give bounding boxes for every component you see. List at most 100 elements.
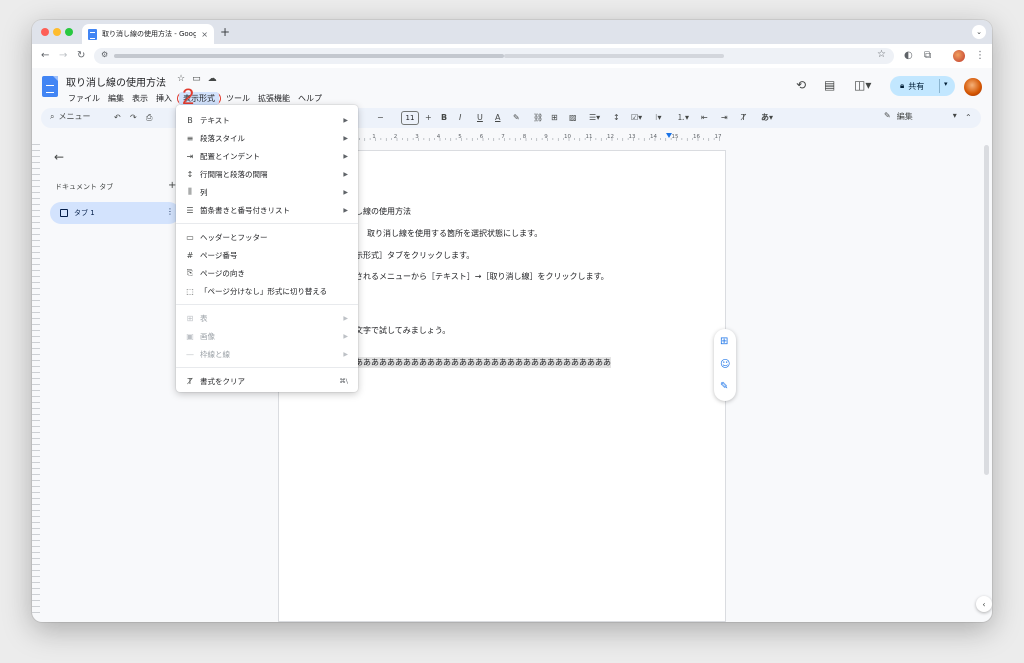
profile-avatar[interactable] [964, 78, 982, 96]
menu-item[interactable]: ⊞ 表 ▶ [176, 309, 358, 327]
menu-edit[interactable]: 編集 [104, 91, 128, 106]
font-size-input[interactable]: 11 [401, 111, 419, 125]
text-color-icon[interactable]: A [495, 111, 500, 125]
chrome-menu-icon[interactable]: ⋮ [975, 49, 985, 63]
menu-item[interactable]: ⬚ 「ページ分けなし」形式に切り替える [176, 282, 358, 300]
history-icon[interactable]: ⟲ [796, 78, 806, 92]
bullet-list-icon[interactable]: ⁝▾ [655, 111, 662, 125]
menu-item-label: ヘッダーとフッター [200, 232, 268, 242]
comments-icon[interactable]: ▤ [824, 78, 835, 92]
link-icon[interactable]: ⛓ [533, 111, 543, 125]
bold-icon[interactable]: B [441, 111, 447, 125]
doc-line[interactable]: 示形式］タブをクリックします。 [355, 250, 474, 261]
menu-extensions[interactable]: 拡張機能 [254, 91, 294, 106]
indent-decrease-icon[interactable]: ⇤ [701, 111, 708, 125]
emoji-reaction-icon[interactable]: ☺ [720, 359, 730, 370]
checklist-icon[interactable]: ☑▾ [631, 111, 642, 125]
menu-search[interactable]: ⌕ メニュー [50, 111, 90, 122]
input-tools-icon[interactable]: あ▾ [761, 111, 773, 125]
font-size-decrease-icon[interactable]: − [377, 111, 384, 125]
folder-icon[interactable]: ▭ [192, 74, 201, 84]
menu-tools[interactable]: ツール [222, 91, 254, 106]
selected-text-line[interactable]: ああああああああああああああああああああああああああああああああ [355, 357, 611, 368]
menu-item-label: ページ番号 [200, 250, 238, 260]
clear-format-icon[interactable]: Ⱦ [741, 111, 746, 125]
menu-item-label: 箇条書きと番号付きリスト [200, 205, 290, 215]
menu-item-icon: ⫼ [188, 187, 192, 196]
minimize-window-button[interactable] [53, 28, 61, 36]
collapse-toolbar-icon[interactable]: ⌃ [965, 111, 972, 125]
explore-toggle-button[interactable]: ‹ [976, 596, 992, 612]
font-size-increase-icon[interactable]: + [425, 111, 432, 125]
menu-item[interactable]: ▣ 画像 ▶ [176, 327, 358, 345]
back-icon[interactable]: ← [41, 49, 49, 63]
line-spacing-icon[interactable]: ↕ [613, 111, 620, 125]
redo-icon[interactable]: ↷ [130, 111, 137, 125]
menu-item[interactable]: B テキスト ▶ [176, 111, 358, 129]
reload-icon[interactable]: ↻ [77, 49, 85, 63]
cloud-icon[interactable]: ☁ [208, 74, 217, 84]
menu-item[interactable]: ⎘ ページの向き [176, 264, 358, 282]
add-comment-icon[interactable]: ⊞ [720, 336, 728, 347]
new-tab-button[interactable]: + [220, 26, 230, 38]
document-title[interactable]: 取り消し線の使用方法 [66, 74, 166, 89]
doc-line[interactable]: し線の使用方法 [355, 206, 411, 217]
align-icon[interactable]: ☰▾ [589, 111, 600, 125]
menu-item-label: 配置とインデント [200, 151, 260, 161]
highlight-icon[interactable]: ✎ [513, 111, 520, 125]
site-info-icon[interactable]: ⚙ [101, 50, 108, 59]
meet-icon[interactable]: ◫▾ [854, 78, 871, 92]
undo-icon[interactable]: ↶ [114, 111, 121, 125]
puzzle-icon[interactable]: ⧉ [924, 49, 931, 63]
menu-file[interactable]: ファイル [64, 91, 104, 106]
extension-icon[interactable]: ◐ [904, 49, 913, 63]
menu-insert[interactable]: 挿入 [152, 91, 176, 106]
tab-close-icon[interactable]: × [201, 30, 208, 39]
menu-item[interactable]: ↕ 行間隔と段落の間隔 ▶ [176, 165, 358, 183]
menu-item[interactable]: # ページ番号 [176, 246, 358, 264]
forward-icon[interactable]: → [59, 49, 67, 63]
chevron-down-icon[interactable]: ▾ [944, 80, 948, 88]
share-button[interactable]: 🔒︎ 共有 ▾ [890, 76, 955, 96]
editing-mode-selector[interactable]: ✎ 編集 ▾ [884, 111, 957, 122]
indent-increase-icon[interactable]: ⇥ [721, 111, 728, 125]
profile-avatar-small[interactable] [953, 50, 965, 62]
tab-search-button[interactable]: ⌄ [972, 25, 986, 39]
ruler-label: 17 [715, 134, 722, 140]
doc-line[interactable]: 取り消し線を使用する箇所を選択状態にします。 [367, 228, 542, 239]
star-icon[interactable]: ☆ [177, 74, 185, 84]
back-arrow-icon[interactable]: ← [54, 150, 64, 164]
menu-item[interactable]: — 枠線と線 ▶ [176, 345, 358, 363]
doc-line[interactable]: されるメニューから［テキスト］→［取り消し線］をクリックします。 [355, 271, 609, 282]
image-icon[interactable]: ▨ [569, 111, 577, 125]
menu-item[interactable]: ☰ 箇条書きと番号付きリスト ▶ [176, 201, 358, 219]
menu-help[interactable]: ヘルプ [294, 91, 326, 106]
underline-icon[interactable]: U [477, 111, 483, 125]
suggest-edit-icon[interactable]: ✎ [720, 381, 728, 392]
browser-tab[interactable]: 取り消し線の使用方法 - Google × [82, 24, 214, 44]
sidebar-item-tab-1[interactable]: タブ 1 ⋮ [50, 202, 180, 224]
numbered-list-icon[interactable]: ⒈▾ [677, 111, 689, 125]
vertical-scrollbar[interactable] [984, 145, 989, 475]
doc-line[interactable]: 文字で試してみましょう。 [355, 325, 450, 336]
menu-item[interactable]: ▭ ヘッダーとフッター [176, 228, 358, 246]
menu-item[interactable]: ⫼ 列 ▶ [176, 183, 358, 201]
docs-logo-icon[interactable] [42, 76, 58, 97]
menu-item-shortcut: ⌘\ [339, 377, 348, 385]
bookmark-star-icon[interactable]: ☆ [877, 49, 886, 60]
maximize-window-button[interactable] [65, 28, 73, 36]
menu-item[interactable]: ≡ 段落スタイル ▶ [176, 129, 358, 147]
print-icon[interactable]: ⎙ [146, 111, 152, 125]
vertical-ruler[interactable] [32, 144, 40, 614]
url-input[interactable]: ⚙ ☆ [94, 48, 894, 64]
more-options-icon[interactable]: ⋮ [166, 207, 174, 216]
comment-add-icon[interactable]: ⊞ [551, 111, 558, 125]
menu-item[interactable]: ⇥ 配置とインデント ▶ [176, 147, 358, 165]
menu-item-label: 書式をクリア [200, 376, 245, 386]
italic-icon[interactable]: I [459, 111, 461, 125]
close-window-button[interactable] [41, 28, 49, 36]
menu-item[interactable]: Ⱦ 書式をクリア ⌘\ [176, 372, 358, 390]
menu-item-icon: ⬚ [186, 286, 194, 296]
browser-window: 取り消し線の使用方法 - Google × + ⌄ ← → ↻ ⚙ ☆ ◐ ⧉ … [32, 20, 992, 622]
menu-view[interactable]: 表示 [128, 91, 152, 106]
